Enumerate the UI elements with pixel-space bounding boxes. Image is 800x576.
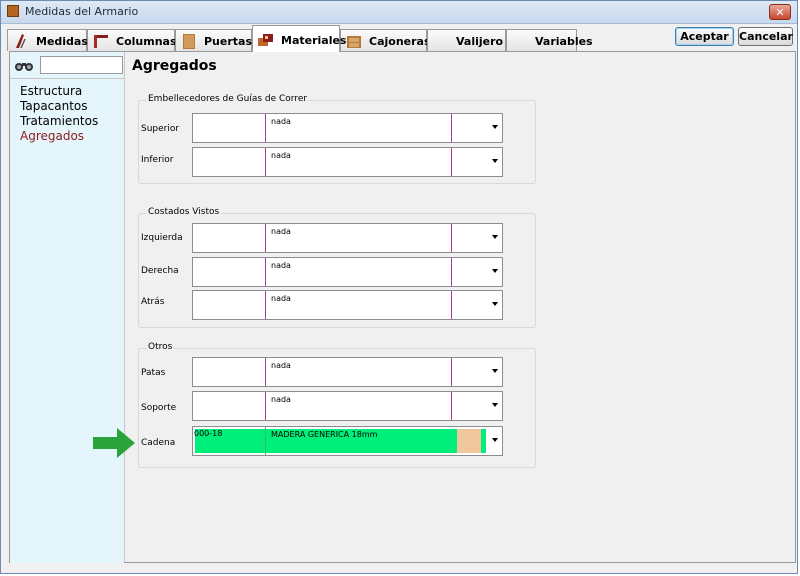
tree-item-estructura[interactable]: Estructura: [20, 84, 82, 98]
drawer-icon: [347, 36, 361, 48]
columns-icon: [94, 35, 108, 48]
tab-label: Puertas: [204, 35, 253, 48]
row-label: Atrás: [141, 297, 165, 307]
tab-materiales[interactable]: Materiales: [252, 25, 346, 52]
combo-code: [193, 291, 266, 319]
group-title: Costados Vistos: [146, 207, 222, 217]
category-tree: Estructura Tapacantos Tratamientos Agreg…: [10, 78, 124, 563]
tab-valijero[interactable]: Valijero: [427, 29, 506, 51]
combo-divider: [451, 358, 452, 386]
combo-value: nada: [271, 361, 291, 370]
tab-label: Valijero: [456, 35, 504, 48]
row-label: Patas: [141, 368, 166, 378]
combo-code: [193, 392, 266, 420]
dropdown-arrow-icon[interactable]: [492, 369, 498, 373]
combo-value: nada: [271, 227, 291, 236]
tab-label: Cajoneras: [369, 35, 431, 48]
tab-cajoneras[interactable]: Cajoneras: [340, 29, 431, 51]
combo-value: nada: [271, 117, 291, 126]
dropdown-arrow-icon[interactable]: [492, 235, 498, 239]
combo-divider: [451, 258, 452, 286]
accept-button[interactable]: Aceptar: [675, 27, 734, 46]
izquierda-combo[interactable]: nada: [192, 223, 503, 253]
tab-label: Medidas: [36, 35, 88, 48]
sidebar: Estructura Tapacantos Tratamientos Agreg…: [10, 52, 125, 563]
tab-variables[interactable]: Variables: [506, 29, 593, 51]
tab-label: Columnas: [116, 35, 177, 48]
main-window: Medidas del Armario ✕ Medidas Columnas P…: [0, 0, 798, 574]
title-bar[interactable]: Medidas del Armario ✕: [1, 1, 797, 24]
tab-medidas[interactable]: Medidas: [7, 29, 88, 51]
pointer-arrow-icon: [93, 428, 135, 458]
dropdown-arrow-icon[interactable]: [492, 159, 498, 163]
combo-value: nada: [271, 395, 291, 404]
combo-code: [193, 258, 266, 286]
inferior-combo[interactable]: nada: [192, 147, 503, 177]
tab-content: Estructura Tapacantos Tratamientos Agreg…: [9, 51, 796, 563]
group-title: Otros: [146, 342, 175, 352]
binoculars-icon[interactable]: [14, 58, 34, 72]
tree-item-agregados[interactable]: Agregados: [20, 129, 84, 143]
page-title: Agregados: [132, 58, 217, 74]
soporte-combo[interactable]: nada: [192, 391, 503, 421]
row-label: Inferior: [141, 155, 174, 165]
search-input[interactable]: [40, 56, 123, 74]
tab-strip: Medidas Columnas Puertas Materiales Cajo…: [7, 25, 593, 52]
window-title: Medidas del Armario: [25, 5, 139, 18]
dropdown-arrow-icon[interactable]: [492, 403, 498, 407]
row-label: Derecha: [141, 266, 179, 276]
material-swatch: [457, 429, 481, 453]
tab-label: Materiales: [281, 34, 347, 47]
combo-code: [193, 148, 266, 176]
materials-icon: [258, 34, 273, 46]
dropdown-arrow-icon[interactable]: [492, 302, 498, 306]
tab-puertas[interactable]: Puertas: [175, 29, 252, 51]
combo-divider: [451, 224, 452, 252]
atras-combo[interactable]: nada: [192, 290, 503, 320]
combo-code: 000-18: [193, 427, 266, 455]
door-icon: [183, 34, 195, 49]
app-icon: [7, 5, 19, 17]
cancel-button[interactable]: Cancelar: [738, 27, 793, 46]
cadena-combo[interactable]: 000-18 MADERA GENERICA 18mm: [192, 426, 503, 456]
combo-code: [193, 224, 266, 252]
dropdown-arrow-icon[interactable]: [492, 269, 498, 273]
combo-divider: [451, 291, 452, 319]
row-label: Cadena: [141, 438, 176, 448]
combo-value: nada: [271, 294, 291, 303]
dropdown-arrow-icon[interactable]: [492, 125, 498, 129]
superior-combo[interactable]: nada: [192, 113, 503, 143]
tree-item-tratamientos[interactable]: Tratamientos: [20, 114, 98, 128]
row-label: Superior: [141, 124, 180, 134]
combo-divider: [451, 392, 452, 420]
combo-code: [193, 114, 266, 142]
row-label: Izquierda: [141, 233, 183, 243]
combo-value: nada: [271, 261, 291, 270]
combo-value: nada: [271, 151, 291, 160]
tree-item-tapacantos[interactable]: Tapacantos: [20, 99, 88, 113]
tab-columnas[interactable]: Columnas: [87, 29, 177, 51]
tab-label: Variables: [535, 35, 593, 48]
patas-combo[interactable]: nada: [192, 357, 503, 387]
row-label: Soporte: [141, 403, 177, 413]
compass-icon: [16, 34, 26, 49]
dropdown-arrow-icon[interactable]: [492, 438, 498, 442]
group-title: Embellecedores de Guías de Correr: [146, 94, 310, 104]
combo-value: MADERA GENERICA 18mm: [271, 430, 378, 439]
combo-divider: [451, 148, 452, 176]
combo-divider: [451, 114, 452, 142]
close-button[interactable]: ✕: [769, 4, 791, 20]
combo-code: [193, 358, 266, 386]
derecha-combo[interactable]: nada: [192, 257, 503, 287]
